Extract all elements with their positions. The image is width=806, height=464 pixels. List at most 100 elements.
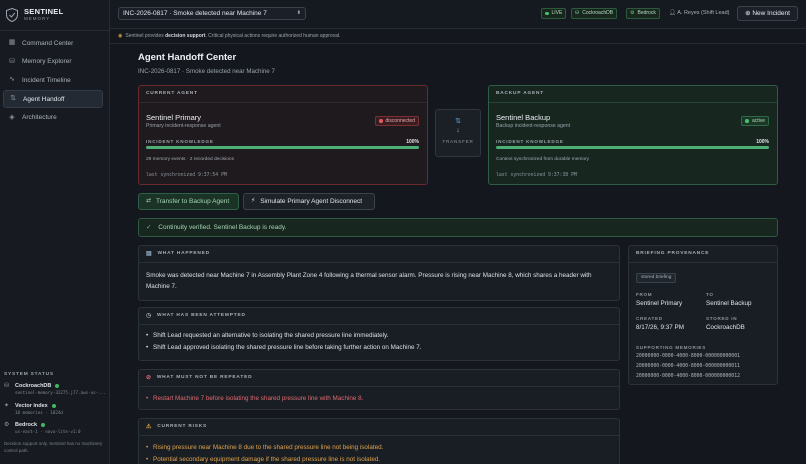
status-dot — [51, 404, 56, 408]
continuity-text: Continuity verified. Sentinel Backup is … — [158, 224, 287, 231]
sidebar-item-agent-handoff[interactable]: ⇅ Agent Handoff — [3, 90, 103, 109]
grid-icon: ▦ — [8, 39, 16, 46]
check-circle-icon: ✓ — [146, 224, 152, 231]
incident-select[interactable]: INC-2026-0817 · Smoke detected near Mach… — [118, 7, 306, 20]
status-text: active — [751, 117, 765, 124]
status-name: Bedrock — [15, 422, 38, 428]
current-user[interactable]: 👤︎ A. Reyes (Shift Lead) — [669, 8, 730, 19]
agent-role: Primary incident-response agent — [146, 123, 221, 129]
system-status-bedrock: ⚙ Bedrock us-east-1 · nova-lite-v1:0 — [4, 422, 105, 434]
memory-id-link[interactable]: 20000000-0000-4000-8000-000000000012 — [636, 374, 740, 379]
agent-name: Sentinel Backup — [496, 113, 551, 122]
arrow-down-icon: ↓ — [456, 127, 460, 134]
ban-icon: ⊘ — [146, 375, 152, 381]
must-not-repeat-section: ⊘ WHAT MUST NOT BE REPEATED • Restart Mac… — [138, 369, 620, 410]
knowledge-label: INCIDENT KNOWLEDGE — [496, 139, 564, 144]
button-label: New Incident — [752, 10, 790, 17]
sidebar-nav: ▦ Command Center ⛁ Memory Explorer ∿ Inc… — [3, 34, 103, 127]
knowledge-value: 100% — [406, 139, 419, 145]
current-agent-card: CURRENT AGENT Sentinel Primary Primary i… — [138, 85, 428, 185]
sync-icon: ⇅ — [455, 118, 461, 125]
brand: SENTINEL MEMORY — [6, 7, 64, 22]
sidebar-item-incident-timeline[interactable]: ∿ Incident Timeline — [3, 71, 103, 89]
sidebar-item-memory-explorer[interactable]: ⛁ Memory Explorer — [3, 53, 103, 71]
list-item: • Shift Lead approved isolating the share… — [146, 343, 422, 351]
divider — [0, 30, 110, 31]
stored-in-value: CockroachDB — [706, 324, 745, 331]
simulate-disconnect-button[interactable]: ⚡︎ Simulate Primary Agent Disconnect — [243, 193, 375, 210]
banner-text-end: . Critical physical actions require auth… — [205, 33, 341, 39]
info-icon: ◉ — [118, 33, 123, 39]
decision-support-banner: ◉ Sentinel provides decision support. Cri… — [110, 30, 806, 44]
stored-in-label: STORED IN — [706, 316, 738, 321]
status-name: CockroachDB — [15, 383, 52, 389]
backup-agent-card: BACKUP AGENT Sentinel Backup Backup inci… — [488, 85, 778, 185]
sidebar-item-label: Command Center — [22, 39, 74, 47]
sync-icon: ⇄ — [146, 198, 152, 204]
list-item: • Restart Machine 7 before isolating the … — [146, 395, 364, 402]
to-label: TO — [706, 292, 714, 297]
vector-icon: ✦ — [4, 403, 10, 409]
status-dot — [379, 119, 383, 123]
plus-circle-icon: ⊕ — [745, 10, 751, 17]
status-detail: sentinel-memory-32275.j77.aws-us-... — [15, 390, 105, 395]
section-title: WHAT HAPPENED — [157, 251, 210, 256]
shield-logo-icon — [6, 7, 18, 22]
agent-last-sync: last synchronized 9:37:54 PM — [146, 173, 227, 178]
list-item-text: Shift Lead approved isolating the shared… — [153, 343, 422, 351]
sidebar-item-architecture[interactable]: ◈ Architecture — [3, 109, 103, 127]
current-risks-section: ⚠ CURRENT RISKS • Rising pressure near Ma… — [138, 418, 620, 464]
pill-label: LIVE — [551, 10, 563, 16]
button-label: Transfer to Backup Agent — [156, 198, 230, 205]
to-value: Sentinel Backup — [706, 300, 752, 307]
knowledge-value: 100% — [756, 139, 769, 145]
agent-sync-summary: Context synchronized from durable memory — [496, 157, 590, 162]
transfer-to-backup-button[interactable]: ⇄ Transfer to Backup Agent — [138, 193, 239, 210]
created-value: 8/17/26, 9:37 PM — [636, 324, 684, 331]
handoff-icon: ⇅ — [10, 95, 16, 103]
list-item: • Rising pressure near Machine 8 due to t… — [146, 444, 384, 451]
database-icon: ⛁ — [4, 383, 10, 389]
brand-subtitle: MEMORY — [24, 16, 51, 21]
section-title: WHAT HAS BEEN ATTEMPTED — [157, 313, 246, 318]
created-label: CREATED — [636, 316, 663, 321]
list-item-text: Potential secondary equipment damage if … — [153, 455, 381, 463]
warning-icon: ⚠ — [146, 424, 153, 430]
history-icon: ◷ — [146, 313, 153, 319]
what-attempted-section: ◷ WHAT HAS BEEN ATTEMPTED • Shift Lead re… — [138, 307, 620, 361]
pill-label: CockroachDB — [582, 10, 614, 16]
new-incident-button[interactable]: ⊕ New Incident — [737, 6, 798, 21]
agent-role: Backup incident-response agent — [496, 123, 571, 129]
status-dot — [745, 119, 749, 123]
document-icon: ▤ — [146, 251, 153, 257]
list-item-text: Shift Lead requested an alternative to i… — [153, 332, 389, 339]
brand-name: SENTINEL — [24, 7, 64, 16]
sidebar-item-command-center[interactable]: ▦ Command Center — [3, 34, 103, 52]
bedrock-badge: ⚙ Bedrock — [626, 8, 660, 19]
knowledge-progress-fill — [496, 146, 769, 149]
knowledge-label: INCIDENT KNOWLEDGE — [146, 139, 214, 144]
button-label: Simulate Primary Agent Disconnect — [260, 198, 363, 205]
card-heading: CURRENT AGENT — [139, 86, 427, 103]
banner-emphasis: decision support — [165, 33, 206, 39]
system-status-title: SYSTEM STATUS — [4, 372, 54, 377]
knowledge-progress-bar — [496, 146, 769, 149]
list-item: • Potential secondary equipment damage if… — [146, 455, 381, 463]
status-dot — [41, 423, 46, 427]
live-dot — [545, 11, 549, 16]
pill-label: Bedrock — [637, 10, 656, 16]
sidebar-item-label: Memory Explorer — [22, 58, 72, 66]
main-content: Agent Handoff Center INC-2026-0817 · Smo… — [138, 52, 778, 75]
stored-briefing-tag: stored briefing — [636, 273, 677, 283]
memory-id-link[interactable]: 20000000-0000-4000-8000-000000000001 — [636, 354, 740, 359]
transfer-indicator: ⇅ ↓ TRANSFER — [435, 109, 481, 157]
status-text: disconnected — [385, 117, 415, 124]
section-title: WHAT MUST NOT BE REPEATED — [156, 375, 253, 380]
status-name: Vector index — [15, 403, 48, 409]
database-icon: ⛁ — [575, 10, 580, 16]
status-dot — [55, 384, 60, 388]
list-item: • Shift Lead requested an alternative to … — [146, 332, 389, 339]
knowledge-progress-fill — [146, 146, 419, 149]
user-name: A. Reyes (Shift Lead) — [677, 10, 730, 16]
memory-id-link[interactable]: 20000000-0000-4000-8000-000000000011 — [636, 364, 740, 369]
